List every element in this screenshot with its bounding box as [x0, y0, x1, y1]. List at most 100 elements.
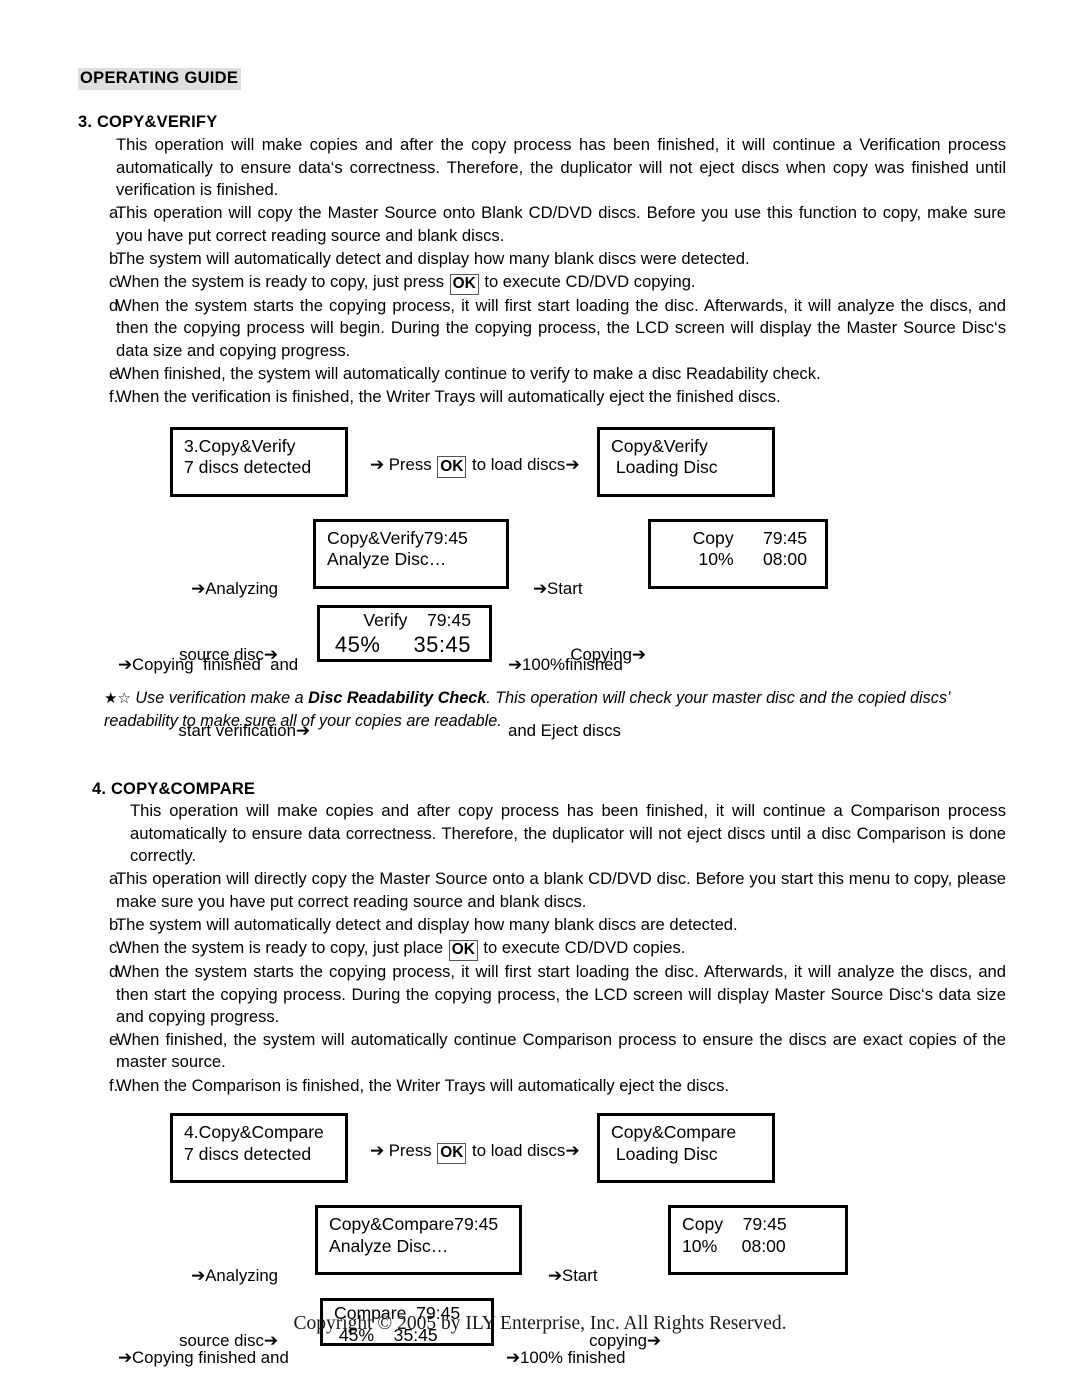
- flow-text-before: ➔ Press: [370, 454, 437, 474]
- lcd-line-1: 3.Copy&Verify: [184, 435, 296, 456]
- list-item-text: The system will automatically detect and…: [116, 914, 738, 934]
- flow-step-finished-eject: ➔100%finished and Eject discs: [508, 611, 728, 786]
- list-item-text: This operation will copy the Master Sour…: [116, 203, 1006, 245]
- list-item-text: When finished, the system will automatic…: [116, 363, 821, 383]
- lcd-screen-loading: Copy&Verify Loading Disc: [597, 426, 775, 497]
- list-item-text-after: to execute CD/DVD copies.: [478, 938, 686, 958]
- list-item: f. When the Comparison is finished, the …: [78, 1075, 1006, 1097]
- flow-text-after: to load discs➔: [467, 454, 580, 474]
- list-item-text: When the system starts the copying proce…: [116, 962, 1006, 1026]
- list-item-text: This operation will directly copy the Ma…: [116, 869, 1006, 911]
- flow-text-after: to load discs➔: [467, 1141, 580, 1161]
- lcd-line-2: 10% 08:00: [682, 1235, 786, 1256]
- list-item: b. The system will automatically detect …: [78, 248, 1006, 270]
- lcd-screen-menu: 4.Copy&Compare 7 discs detected: [170, 1113, 348, 1184]
- ok-key-badge: OK: [449, 273, 479, 296]
- document-page: OPERATING GUIDE 3. COPY&VERIFY This oper…: [0, 0, 1080, 1397]
- list-item-marker: e.: [109, 363, 123, 383]
- ok-key-badge: OK: [437, 1142, 467, 1164]
- lcd-line-1: Copy 79:45: [682, 1214, 787, 1235]
- flow-step-press-ok: ➔ Press OK to load discs➔: [370, 454, 580, 478]
- section-3-heading: 3. COPY&VERIFY: [78, 113, 218, 132]
- section-3-list: a. This operation will copy the Master S…: [78, 202, 1006, 408]
- lcd-line-2: 7 discs detected: [184, 1143, 312, 1164]
- lcd-line-2: 45% 35:45: [334, 632, 471, 658]
- lcd-line-2: Analyze Disc…: [329, 1235, 449, 1256]
- list-item: f. When the verification is finished, th…: [78, 386, 1006, 408]
- list-item-text: When the system is ready to copy, just p…: [116, 937, 1006, 962]
- ok-key-badge: OK: [448, 939, 478, 962]
- flow-line-1: ➔100%finished: [508, 655, 623, 675]
- list-item: b. The system will automatically detect …: [78, 914, 1006, 936]
- list-item: d. When the system starts the copying pr…: [78, 295, 1006, 362]
- section-3-flow-diagram: 3.Copy&Verify 7 discs detected ➔ Press O…: [78, 426, 1006, 740]
- list-item-marker: b.: [109, 248, 123, 268]
- list-item-text: The system will automatically detect and…: [116, 248, 750, 268]
- lcd-line-1: Copy&Compare79:45: [329, 1214, 499, 1235]
- lcd-line-2: Loading Disc: [611, 1143, 718, 1164]
- footer-copyright: Copyright © 2005 by ILY Enterprise, Inc.…: [293, 1313, 787, 1334]
- list-item-text-before: When the system is ready to copy, just p…: [116, 272, 449, 292]
- flow-line-1: ➔Start: [533, 579, 583, 599]
- list-item-marker: c.: [109, 938, 122, 958]
- list-item-marker: f.: [109, 387, 119, 407]
- operating-guide-title: OPERATING GUIDE: [78, 68, 242, 91]
- list-item-marker: a.: [109, 203, 123, 223]
- list-item-text: When the system starts the copying proce…: [116, 296, 1006, 360]
- flow-text-before: ➔ Press: [370, 1141, 437, 1161]
- flow-line-1: ➔Copying finished and: [118, 1347, 289, 1367]
- note-text-bold: Disc Readability Check: [308, 688, 487, 707]
- page-content: OPERATING GUIDE 3. COPY&VERIFY This oper…: [78, 68, 1006, 1367]
- list-item-marker: b.: [109, 914, 123, 934]
- list-item-marker: e.: [109, 1030, 123, 1050]
- list-item-text: When the system is ready to copy, just p…: [116, 271, 1006, 296]
- list-item-marker: d.: [109, 296, 123, 316]
- list-item-marker: f.: [109, 1075, 119, 1095]
- list-item-text-before: When the system is ready to copy, just p…: [116, 938, 448, 958]
- lcd-line-1: Copy&Verify: [611, 435, 708, 456]
- lcd-line-1: 4.Copy&Compare: [184, 1122, 324, 1143]
- flow-line-1: ➔100% finished: [506, 1347, 626, 1367]
- flow-step-press-ok: ➔ Press OK to load discs➔: [370, 1140, 580, 1164]
- lcd-screen-copy-progress: Copy 79:45 10% 08:00: [648, 518, 828, 589]
- lcd-screen-menu: 3.Copy&Verify 7 discs detected: [170, 426, 348, 497]
- lcd-screen-analyze: Copy&Verify79:45 Analyze Disc…: [313, 518, 509, 589]
- flow-step-start-verification: ➔Copying finished and start verification…: [118, 611, 310, 786]
- lcd-screen-loading: Copy&Compare Loading Disc: [597, 1113, 775, 1184]
- list-item: a. This operation will directly copy the…: [78, 868, 1006, 913]
- section-3-intro: This operation will make copies and afte…: [116, 135, 1006, 199]
- list-item: a. This operation will copy the Master S…: [78, 202, 1006, 247]
- list-item: c. When the system is ready to copy, jus…: [78, 937, 1006, 962]
- lcd-line-1: Copy&Compare: [611, 1122, 737, 1143]
- flow-line-1: ➔Analyzing: [191, 1265, 278, 1285]
- lcd-screen-copy-progress: Copy 79:45 10% 08:00: [668, 1205, 848, 1276]
- list-item-text: When the Comparison is finished, the Wri…: [116, 1075, 729, 1095]
- lcd-line-2: 7 discs detected: [184, 457, 312, 478]
- ok-key-badge: OK: [437, 456, 467, 478]
- lcd-screen-analyze: Copy&Compare79:45 Analyze Disc…: [315, 1205, 522, 1276]
- list-item: e. When finished, the system will automa…: [78, 363, 1006, 385]
- lcd-line-1: Copy&Verify79:45: [327, 527, 468, 548]
- lcd-line-2: Loading Disc: [611, 457, 718, 478]
- lcd-line-2: 10% 08:00: [698, 549, 807, 570]
- list-item: d. When the system starts the copying pr…: [78, 961, 1006, 1028]
- section-4-list: a. This operation will directly copy the…: [78, 868, 1006, 1097]
- lcd-screen-verify-progress: Verify 79:45 45% 35:45: [317, 604, 492, 662]
- list-item-marker: c.: [109, 272, 122, 292]
- list-item-marker: d.: [109, 962, 123, 982]
- list-item: c. When the system is ready to copy, jus…: [78, 271, 1006, 296]
- list-item-text: When finished, the system will automatic…: [116, 1030, 1006, 1072]
- flow-line-1: ➔Copying finished and: [118, 655, 299, 675]
- list-item-text: When the verification is finished, the W…: [116, 387, 781, 407]
- flow-line-2: and Eject discs: [508, 720, 621, 740]
- lcd-line-1: Verify 79:45: [363, 609, 471, 630]
- operating-guide-title-wrap: OPERATING GUIDE: [78, 68, 1006, 91]
- lcd-line-1: Copy 79:45: [692, 527, 807, 548]
- flow-line-1: ➔Analyzing: [191, 579, 278, 599]
- flow-line-1: ➔Start: [548, 1265, 598, 1285]
- flow-line-2: start verification➔: [178, 720, 310, 740]
- list-item-text-after: to execute CD/DVD copying.: [479, 272, 696, 292]
- lcd-line-2: Analyze Disc…: [327, 549, 447, 570]
- section-4-intro: This operation will make copies and afte…: [130, 801, 1006, 866]
- list-item: e. When finished, the system will automa…: [78, 1029, 1006, 1074]
